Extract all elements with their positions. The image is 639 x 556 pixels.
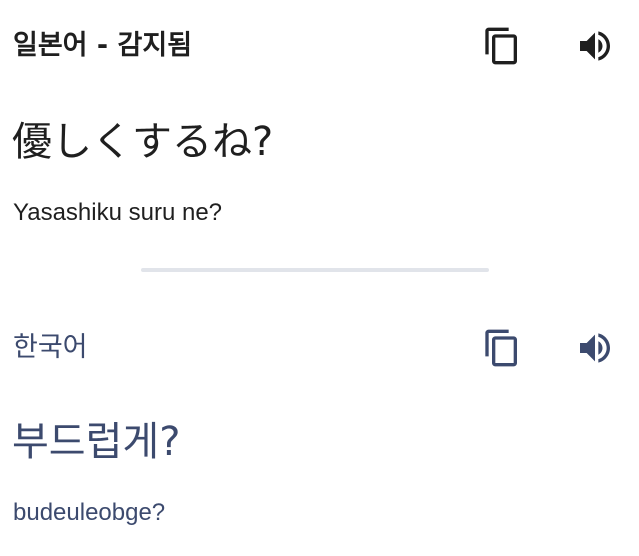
source-transliteration: Yasashiku suru ne? bbox=[13, 199, 223, 226]
copy-icon bbox=[485, 27, 517, 65]
source-text: 優しくするね? bbox=[12, 119, 274, 165]
source-language-label: 일본어 - 감지됨 bbox=[13, 30, 193, 61]
target-transliteration: budeuleobge? bbox=[13, 499, 166, 526]
source-speaker-button[interactable] bbox=[571, 22, 619, 70]
speaker-icon bbox=[580, 31, 610, 61]
target-text: 부드럽게? bbox=[12, 419, 181, 465]
target-language-label: 한국어 bbox=[13, 332, 88, 363]
target-copy-button[interactable] bbox=[478, 324, 526, 372]
source-copy-button[interactable] bbox=[478, 22, 526, 70]
target-speaker-button[interactable] bbox=[571, 324, 619, 372]
section-divider bbox=[141, 268, 489, 272]
speaker-icon bbox=[580, 333, 610, 363]
copy-icon bbox=[485, 329, 517, 367]
